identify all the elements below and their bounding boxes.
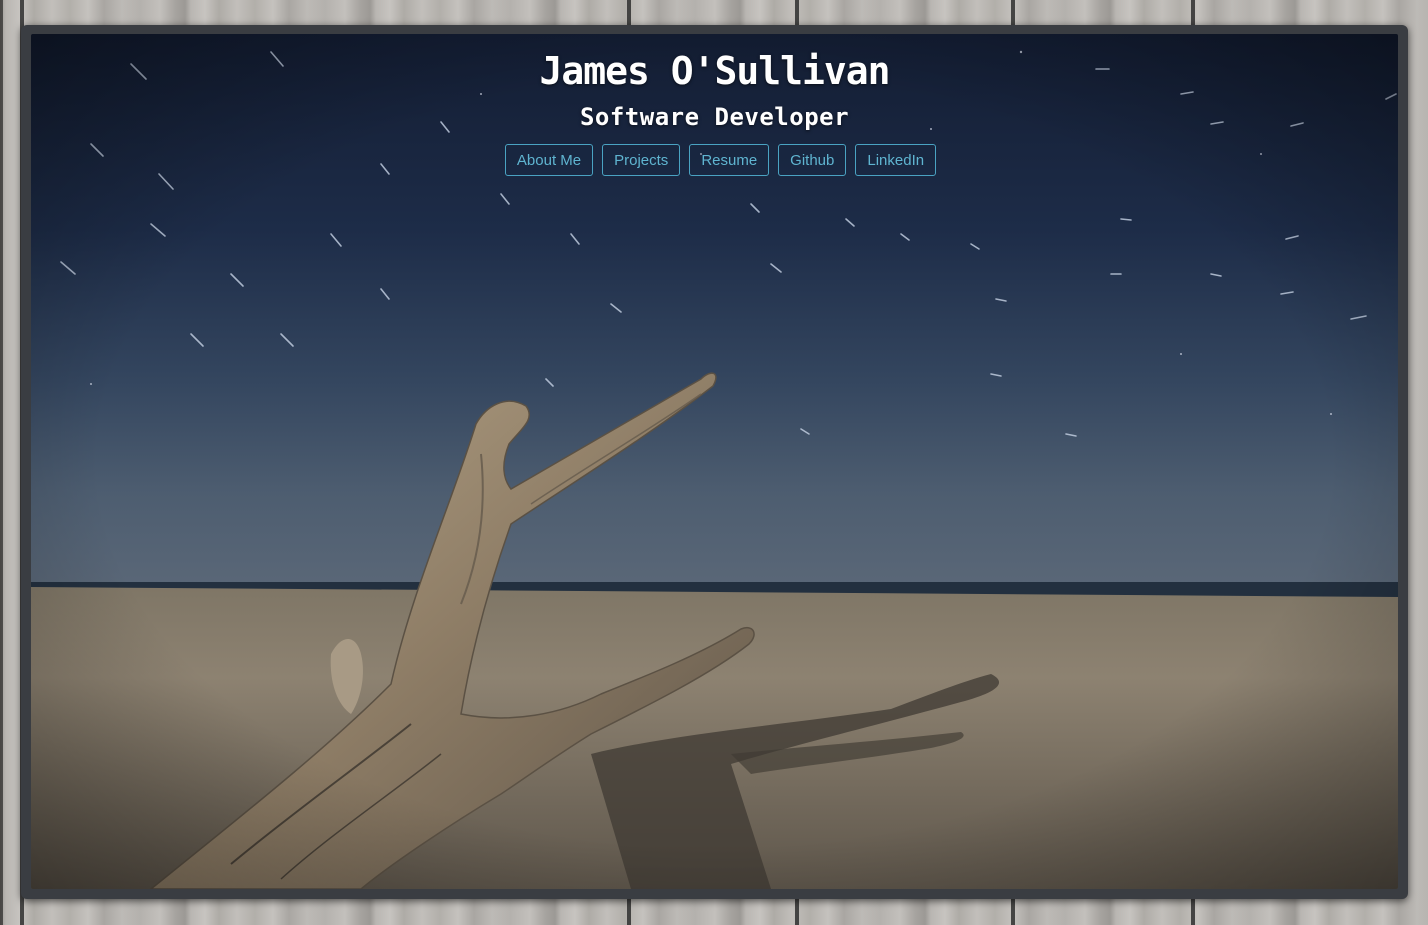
nav-github-button[interactable]: Github xyxy=(778,144,847,176)
nav-linkedin-button[interactable]: LinkedIn xyxy=(855,144,937,176)
job-title: Software Developer xyxy=(579,103,850,131)
nav-resume-button[interactable]: Resume xyxy=(689,144,770,176)
main-nav: About Me Projects Resume Github LinkedIn xyxy=(31,144,1398,176)
hero-frame: James O'Sullivan Software Developer Abou… xyxy=(21,25,1408,899)
hero-section: James O'Sullivan Software Developer Abou… xyxy=(31,34,1398,889)
site-owner-name: James O'Sullivan xyxy=(539,49,890,93)
site-header: James O'Sullivan Software Developer Abou… xyxy=(31,48,1398,176)
nav-about-me-button[interactable]: About Me xyxy=(504,144,594,176)
nav-projects-button[interactable]: Projects xyxy=(602,144,681,176)
